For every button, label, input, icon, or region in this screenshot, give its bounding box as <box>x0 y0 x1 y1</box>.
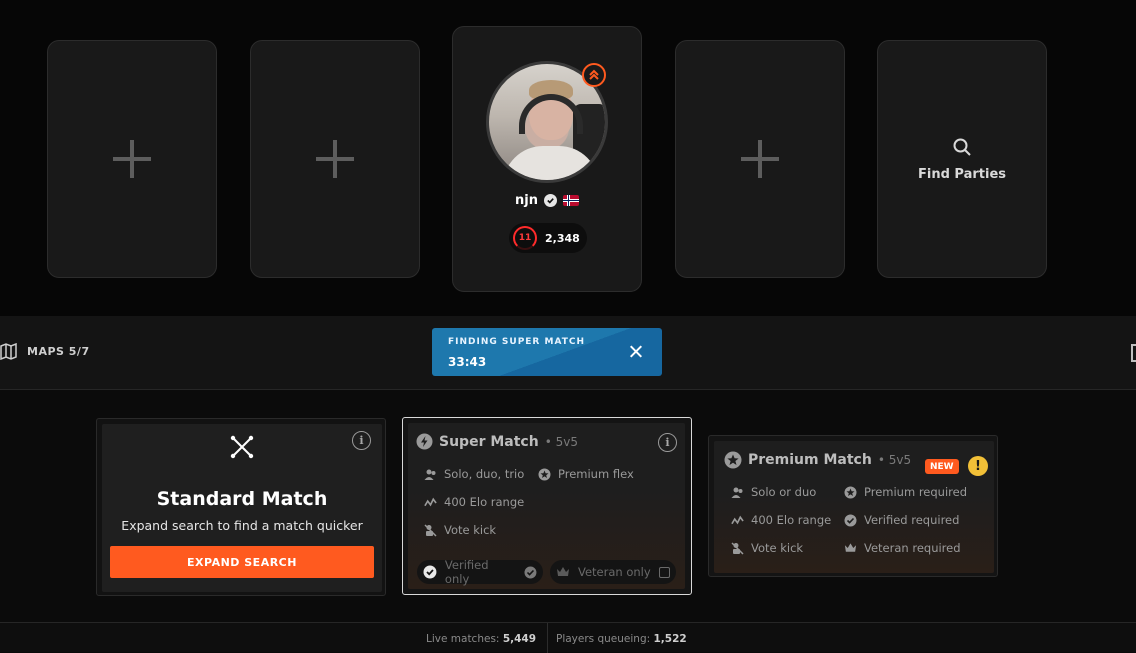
map-icon <box>0 343 17 360</box>
premium-match-card[interactable]: Premium Match • 5v5 NEW ! Solo or duo Pr… <box>708 435 998 577</box>
players-queueing-label: Players queueing: <box>556 633 651 645</box>
maps-selector[interactable]: MAPS 5/7 <box>0 343 90 360</box>
feature-label: Solo, duo, trio <box>444 467 525 481</box>
find-parties-button[interactable]: Find Parties <box>877 40 1047 278</box>
crown-icon <box>844 542 857 555</box>
feature-vote-kick: Vote kick <box>731 541 803 555</box>
party-slot-player[interactable]: njn 11 2,348 <box>452 26 642 292</box>
elo-value: 2,348 <box>545 231 580 245</box>
super-match-mode: • 5v5 <box>544 434 578 449</box>
feature-party-size: Solo or duo <box>731 485 816 499</box>
live-matches-label: Live matches: <box>426 633 500 645</box>
finding-title: FINDING SUPER MATCH <box>448 337 585 347</box>
expand-search-button[interactable]: EXPAND SEARCH <box>110 546 374 578</box>
verified-only-toggle[interactable]: Verified only <box>417 558 543 586</box>
plus-icon <box>113 140 151 178</box>
footer-divider <box>547 623 548 653</box>
verified-check-icon <box>543 194 557 207</box>
find-parties-label: Find Parties <box>917 166 1006 182</box>
warning-icon[interactable]: ! <box>968 456 988 476</box>
feature-vote-kick: Vote kick <box>424 523 496 537</box>
queue-timer: 33:43 <box>448 355 487 369</box>
star-icon <box>844 486 857 499</box>
maps-label: MAPS 5/7 <box>27 345 90 358</box>
users-icon <box>731 486 744 499</box>
premium-match-title: Premium Match <box>748 452 872 468</box>
star-icon <box>538 468 551 481</box>
feature-party-size: Solo, duo, trio <box>424 467 524 481</box>
party-area: njn 11 2,348 Find Parties <box>0 0 1136 316</box>
feature-label: Veteran required <box>864 541 961 555</box>
veteran-only-toggle[interactable]: Veteran only <box>550 560 676 584</box>
elo-pill: 11 2,348 <box>509 223 587 253</box>
feature-premium-required: Premium required <box>844 485 967 499</box>
feature-label: Premium required <box>864 485 968 499</box>
feature-elo-range: 400 Elo range <box>731 513 831 527</box>
premium-match-header: Premium Match • 5v5 <box>724 451 911 469</box>
feature-label: Solo or duo <box>751 485 817 499</box>
players-queueing-stat: Players queueing: 1,522 <box>556 633 687 645</box>
elo-wave-icon <box>424 496 437 509</box>
users-icon <box>424 468 437 481</box>
super-match-header: Super Match • 5v5 <box>416 433 578 450</box>
player-name[interactable]: njn <box>515 193 538 208</box>
party-slot-empty-3[interactable] <box>675 40 845 278</box>
players-queueing-value: 1,522 <box>653 633 687 645</box>
party-slot-empty-2[interactable] <box>250 40 420 278</box>
layout-icon[interactable] <box>1131 344 1136 362</box>
feature-label: 400 Elo range <box>751 513 832 527</box>
party-slot-empty-1[interactable] <box>47 40 217 278</box>
check-circle-icon <box>524 566 537 578</box>
feature-veteran-required: Veteran required <box>844 541 961 555</box>
cancel-search-close-icon[interactable] <box>627 343 645 361</box>
plus-icon <box>316 140 354 178</box>
toggle-label: Veteran only <box>578 565 651 579</box>
match-cards-area: i Standard Match Expand search to find a… <box>0 390 1136 622</box>
toggle-label: Verified only <box>444 558 489 586</box>
live-matches-stat: Live matches: 5,449 <box>426 633 536 645</box>
kick-icon <box>424 523 437 537</box>
feature-label: Premium flex <box>558 467 634 481</box>
crossed-arrows-icon <box>230 435 254 459</box>
premium-match-mode: • 5v5 <box>877 453 912 467</box>
verified-badge-icon <box>844 514 857 527</box>
feature-label: 400 Elo range <box>444 495 525 509</box>
verified-badge-icon <box>423 565 437 579</box>
feature-label: Vote kick <box>444 523 497 537</box>
feature-label: Vote kick <box>751 541 804 555</box>
star-icon <box>724 451 742 469</box>
live-matches-value: 5,449 <box>502 633 537 645</box>
player-name-row: njn <box>453 193 641 208</box>
finding-match-banner: FINDING SUPER MATCH 33:43 <box>432 328 662 376</box>
search-icon <box>953 138 971 156</box>
standard-match-title: Standard Match <box>156 488 328 510</box>
super-match-title: Super Match <box>439 433 539 450</box>
info-icon[interactable]: i <box>658 433 677 452</box>
queue-bar: MAPS 5/7 FINDING SUPER MATCH 33:43 <box>0 316 1136 390</box>
plus-icon <box>741 140 779 178</box>
feature-verified-required: Verified required <box>844 513 959 527</box>
feature-premium-flex: Premium flex <box>538 467 634 481</box>
feature-label: Verified required <box>864 513 960 527</box>
lightning-icon <box>416 433 433 450</box>
footer-stats: Live matches: 5,449 Players queueing: 1,… <box>0 622 1136 653</box>
standard-match-subtitle: Expand search to find a match quicker <box>121 518 363 533</box>
standard-match-card[interactable]: i Standard Match Expand search to find a… <box>96 418 386 596</box>
new-badge: NEW <box>925 459 959 474</box>
crown-icon <box>557 567 569 576</box>
info-icon[interactable]: i <box>352 431 371 450</box>
kick-icon <box>731 541 744 555</box>
skill-level-icon: 11 <box>513 226 537 250</box>
chevron-up-badge-icon <box>582 63 606 87</box>
feature-elo-range: 400 Elo range <box>424 495 524 509</box>
super-match-card[interactable]: Super Match • 5v5 i Solo, duo, trio Prem… <box>402 417 692 595</box>
checkbox-icon <box>658 566 670 578</box>
elo-wave-icon <box>731 514 744 527</box>
norway-flag-icon <box>562 195 579 206</box>
